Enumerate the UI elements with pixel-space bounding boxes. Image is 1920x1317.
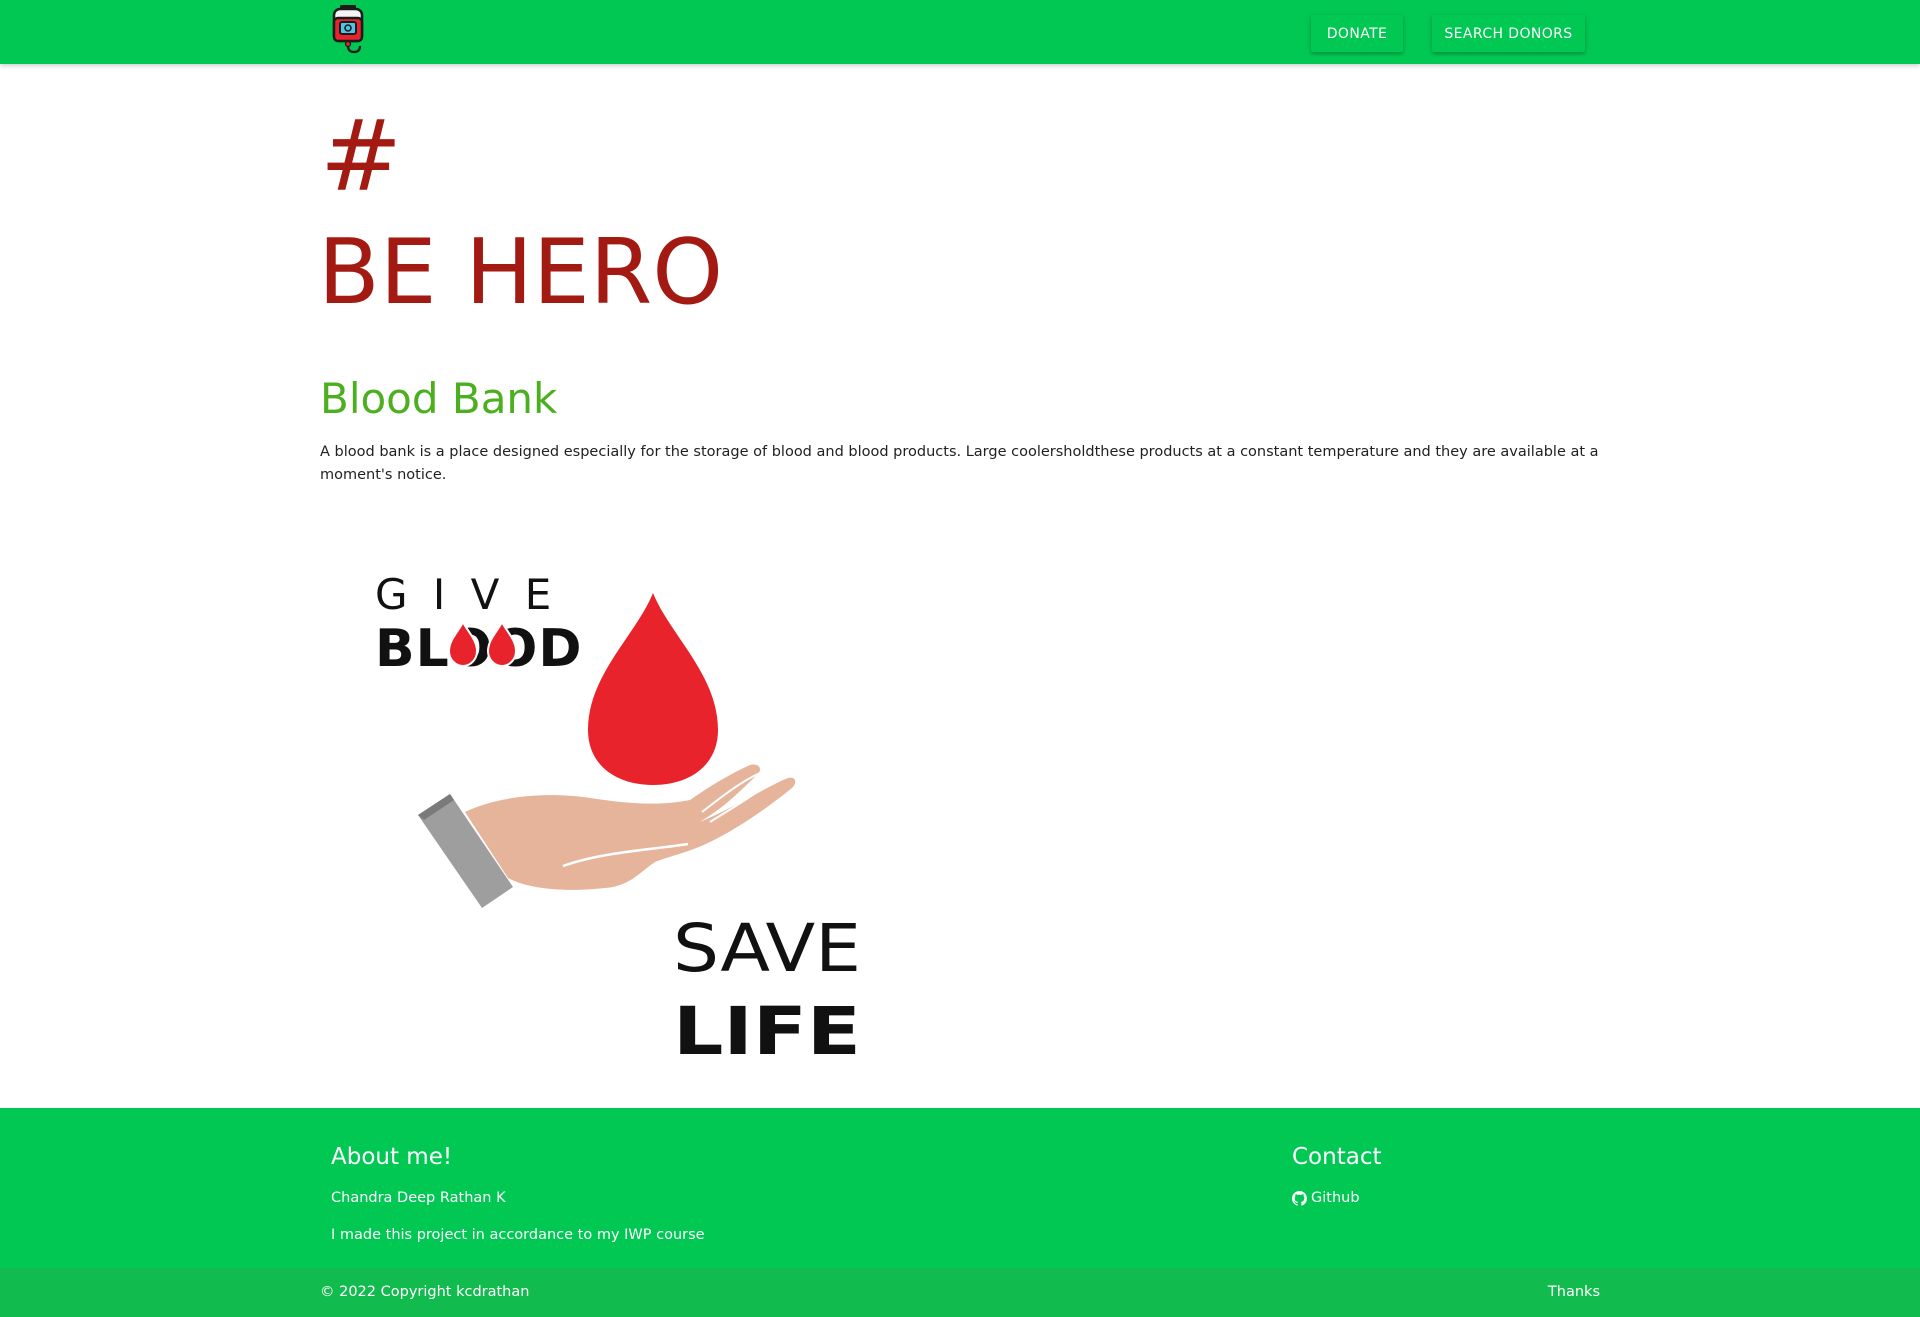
give-word: G I V E bbox=[375, 570, 557, 619]
about-description: I made this project in accordance to my … bbox=[331, 1227, 705, 1243]
top-navbar: DONATE SEARCH DONORS bbox=[0, 0, 1920, 64]
give-blood-illustration: G I V E BLOOD SAVE LIFE bbox=[375, 570, 861, 1060]
blood-drop-icon bbox=[588, 593, 718, 785]
hero-hashtag: # bbox=[320, 100, 403, 214]
about-title: About me! bbox=[331, 1144, 453, 1170]
donate-button[interactable]: DONATE bbox=[1311, 15, 1403, 52]
github-icon bbox=[1292, 1190, 1307, 1206]
copyright-text: © 2022 Copyright kcdrathan bbox=[320, 1284, 530, 1300]
search-donors-button[interactable]: SEARCH DONORS bbox=[1432, 15, 1585, 52]
hero-title: BE HERO bbox=[318, 220, 724, 325]
contact-title: Contact bbox=[1292, 1144, 1382, 1170]
hand-shape bbox=[465, 764, 796, 890]
section-title: Blood Bank bbox=[320, 374, 558, 423]
save-word: SAVE bbox=[673, 910, 861, 987]
blood-word: BLOOD bbox=[375, 619, 583, 679]
blood-bag-icon[interactable] bbox=[328, 4, 368, 56]
copyright-bar: © 2022 Copyright kcdrathan Thanks bbox=[0, 1268, 1920, 1317]
about-name: Chandra Deep Rathan K bbox=[331, 1190, 506, 1206]
life-word: LIFE bbox=[673, 993, 861, 1060]
section-description: A blood bank is a place designed especia… bbox=[320, 444, 1599, 483]
github-label: Github bbox=[1311, 1190, 1360, 1206]
thanks-link[interactable]: Thanks bbox=[1548, 1284, 1600, 1300]
footer: About me! Chandra Deep Rathan K I made t… bbox=[0, 1108, 1920, 1317]
github-link[interactable]: Github bbox=[1292, 1190, 1360, 1206]
